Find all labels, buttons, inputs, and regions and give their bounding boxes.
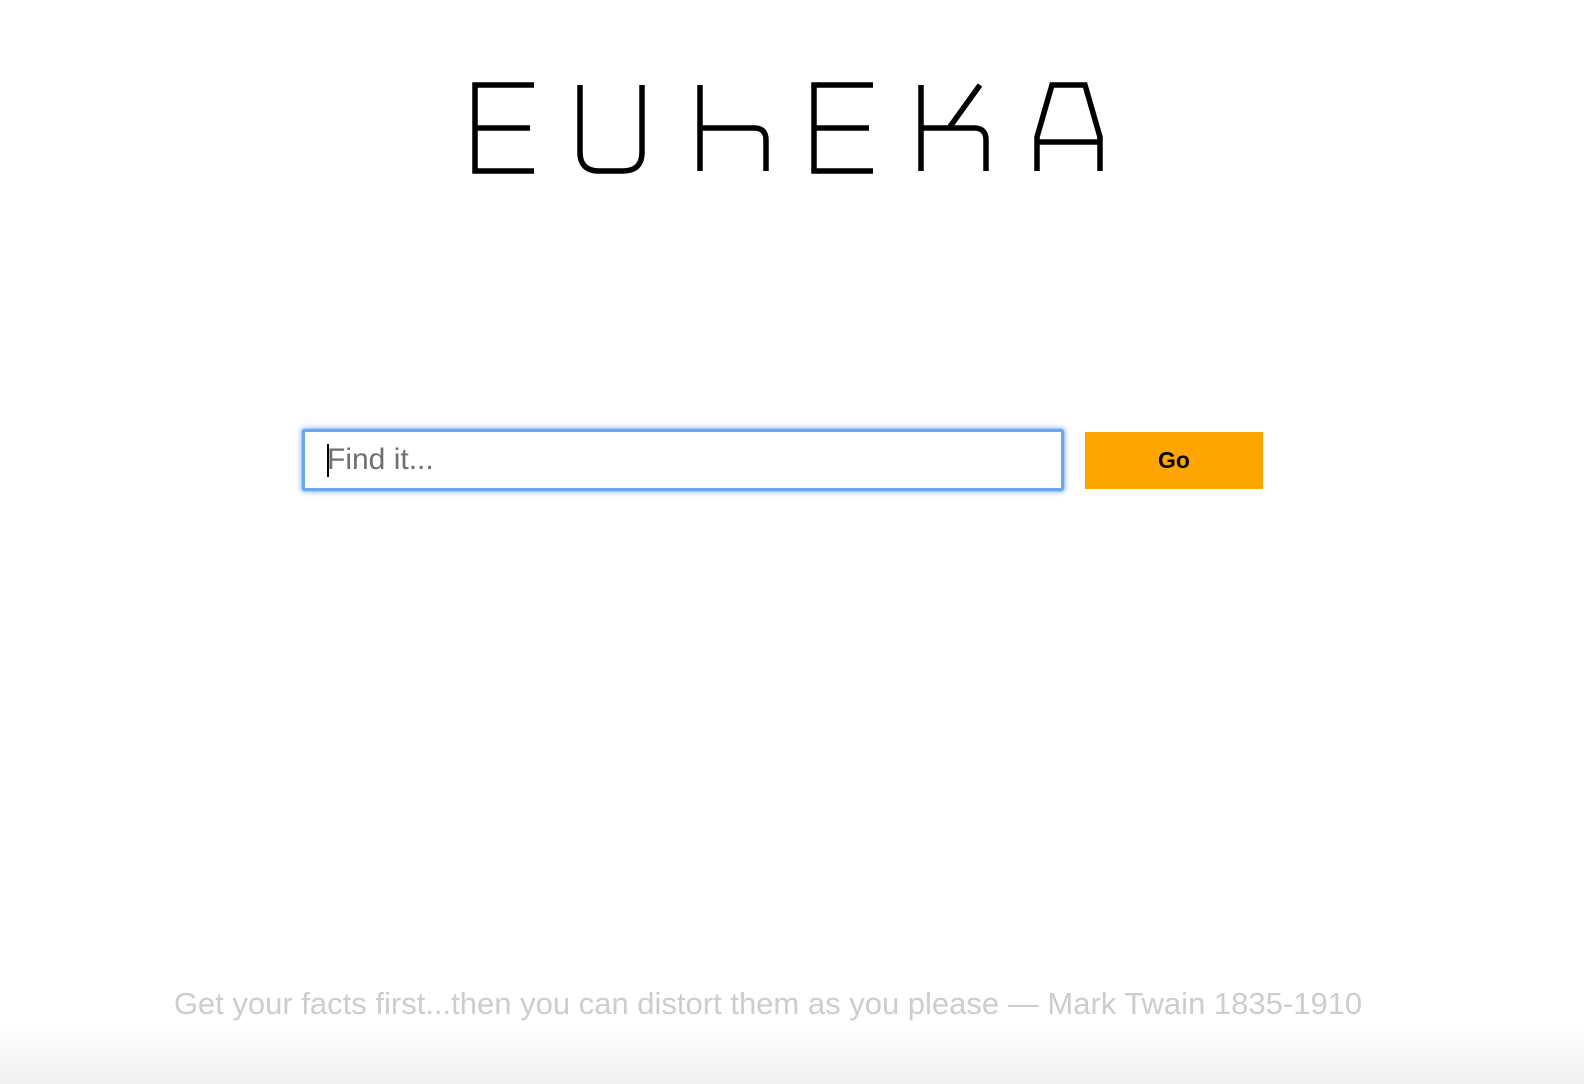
search-input[interactable] bbox=[302, 429, 1064, 491]
eureka-logo-wordmark bbox=[472, 82, 1103, 174]
logo-letter-a bbox=[1034, 82, 1103, 171]
bottom-shadow bbox=[0, 1024, 1584, 1084]
logo-letter-u bbox=[577, 85, 645, 174]
eureka-logo bbox=[0, 82, 1584, 174]
logo-letter-k bbox=[918, 83, 989, 171]
logo-letter-e-2 bbox=[811, 82, 873, 174]
text-caret bbox=[327, 444, 329, 477]
go-button[interactable]: Go bbox=[1085, 431, 1263, 489]
logo-letter-r bbox=[697, 85, 769, 171]
logo-letter-e bbox=[472, 82, 534, 174]
search-field-wrapper bbox=[302, 429, 1064, 491]
search-bar: Go bbox=[302, 429, 1263, 491]
footer-quote: Get your facts first...then you can dist… bbox=[173, 986, 1363, 1021]
